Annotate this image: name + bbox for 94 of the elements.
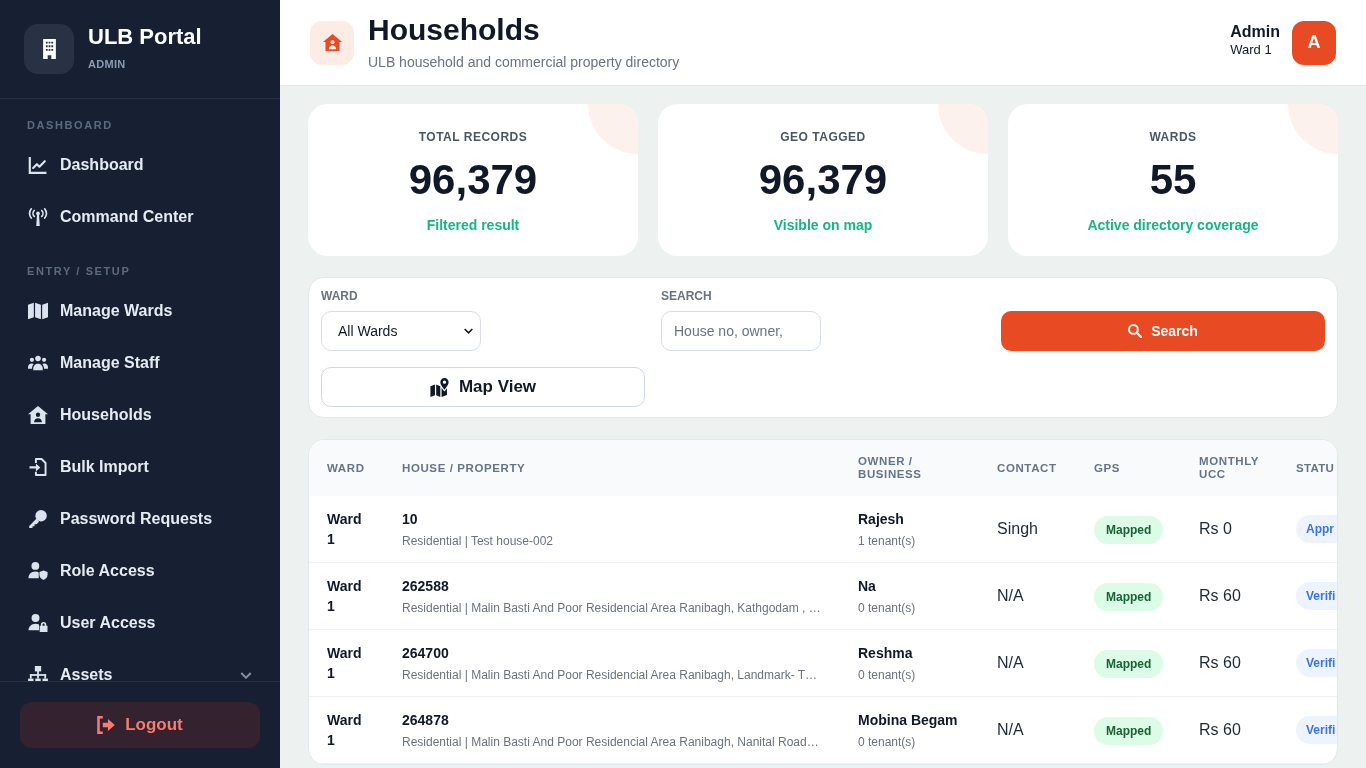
nav-item[interactable]: Role Access	[0, 545, 280, 597]
column-header: STATU	[1296, 461, 1336, 475]
field-label: WARD	[321, 289, 358, 303]
gps-badge: Mapped	[1094, 650, 1164, 678]
table-cell-text: Rs 60	[1199, 720, 1242, 740]
column-header: CONTACT	[997, 461, 1058, 475]
house-number: 264878	[402, 710, 449, 729]
stat-label: WARDS	[1148, 130, 1198, 144]
gps-badge: Mapped	[1094, 516, 1164, 544]
column-header: WARD	[327, 461, 366, 475]
stat-note: Visible on map	[772, 216, 874, 234]
table-cell-text: Singh	[997, 519, 1039, 539]
page-subtitle: ULB household and commercial property directory	[368, 52, 681, 71]
owner-name: Na	[858, 576, 876, 595]
table-cell-text: Ward 1	[327, 711, 363, 750]
owner-name: Mobina Begam	[858, 710, 958, 729]
table-cell-text: Ward 1	[327, 577, 363, 616]
gps-badge: Mapped	[1094, 583, 1164, 611]
property-details: Residential | Malin Basti And Poor Residencial Area Ranibagh, Kathgodam , …	[402, 599, 822, 616]
user-ward: Ward 1	[1230, 42, 1273, 58]
map-pin-icon	[429, 377, 449, 397]
file-arrow-icon	[28, 458, 48, 476]
nav-item[interactable]: Households	[0, 389, 280, 441]
table-cell-text: Ward 1	[327, 644, 363, 683]
table-cell-text: N/A	[997, 720, 1025, 740]
user-avatar[interactable]: A	[1292, 20, 1336, 65]
column-header: GPS	[1094, 461, 1122, 475]
nav-item[interactable]: Dashboard	[0, 139, 280, 191]
column-header: HOUSE / PROPERTY	[402, 461, 527, 475]
user-name: Admin	[1230, 22, 1280, 42]
app-title: ULB Portal	[88, 24, 202, 50]
people-icon	[28, 354, 48, 372]
key-icon	[28, 510, 48, 528]
field-label: SEARCH	[661, 289, 712, 303]
house-person-icon	[28, 406, 48, 424]
nav-item[interactable]: User Access	[0, 597, 280, 649]
owner-name: Rajesh	[858, 509, 904, 528]
table-cell-text: Rs 0	[1199, 519, 1233, 539]
person-shield-icon	[28, 562, 48, 580]
stat-note: Filtered result	[425, 216, 521, 234]
nav-item[interactable]: Manage Staff	[0, 337, 280, 389]
nav-item[interactable]: Password Requests	[0, 493, 280, 545]
property-details: Residential | Test house-002	[402, 532, 554, 549]
property-details: Residential | Malin Basti And Poor Residencial Area Ranibagh, Landmark- T…	[402, 666, 819, 683]
chevron-down-icon	[464, 328, 473, 334]
sign-out-icon	[97, 716, 116, 734]
table-cell-text: N/A	[997, 653, 1025, 673]
column-header: MONTHLY UCC	[1199, 455, 1260, 481]
section-label: ENTRY / SETUP	[26, 264, 132, 279]
stat-label: GEO TAGGED	[779, 130, 867, 144]
house-number: 262588	[402, 576, 449, 595]
logout-button[interactable]: Logout	[20, 702, 260, 748]
status-badge: Appr	[1296, 515, 1337, 543]
ward-select[interactable]: All Wards	[321, 311, 481, 351]
antenna-icon	[28, 208, 48, 226]
nav-item[interactable]: Assets	[0, 649, 280, 681]
map-view-button[interactable]: Map View	[321, 367, 645, 407]
search-icon	[1128, 324, 1143, 338]
table-cell-text: Rs 60	[1199, 586, 1242, 606]
tenant-count: 0 tenant(s)	[858, 599, 917, 616]
map-icon	[28, 302, 48, 320]
status-badge: Verifi	[1296, 649, 1337, 677]
search-field[interactable]: House no, owner,	[661, 311, 821, 351]
nav-item[interactable]: Bulk Import	[0, 441, 280, 493]
stat-value: 96,379	[757, 156, 889, 204]
page-title: Households	[368, 12, 541, 47]
line-chart-icon	[28, 156, 48, 174]
house-person-icon	[310, 20, 354, 65]
section-label: DASHBOARD	[26, 118, 114, 133]
hierarchy-icon	[28, 666, 48, 681]
status-badge: Verifi	[1296, 582, 1337, 610]
stat-note: Active directory coverage	[1086, 216, 1260, 234]
stat-value: 96,379	[407, 156, 539, 204]
owner-name: Reshma	[858, 643, 913, 662]
property-details: Residential | Malin Basti And Poor Residencial Area Ranibagh, Nanital Road…	[402, 733, 820, 750]
stat-label: TOTAL RECORDS	[417, 130, 529, 144]
gps-badge: Mapped	[1094, 717, 1164, 745]
role-label: ADMIN	[88, 58, 127, 71]
nav-item[interactable]: Command Center	[0, 191, 280, 243]
person-lock-icon	[28, 614, 48, 632]
house-number: 264700	[402, 643, 449, 662]
table-cell-text: Ward 1	[327, 510, 363, 549]
building-icon	[24, 24, 74, 74]
table-cell-text: N/A	[997, 586, 1025, 606]
tenant-count: 0 tenant(s)	[858, 666, 917, 683]
house-number: 10	[402, 509, 418, 528]
status-badge: Verifi	[1296, 716, 1337, 744]
nav-item[interactable]: Manage Wards	[0, 285, 280, 337]
tenant-count: 0 tenant(s)	[858, 733, 917, 750]
stat-value: 55	[1148, 156, 1198, 204]
search-button[interactable]: Search	[1001, 311, 1325, 351]
column-header: OWNER / BUSINESS	[858, 455, 923, 481]
tenant-count: 1 tenant(s)	[858, 532, 917, 549]
table-cell-text: Rs 60	[1199, 653, 1242, 673]
